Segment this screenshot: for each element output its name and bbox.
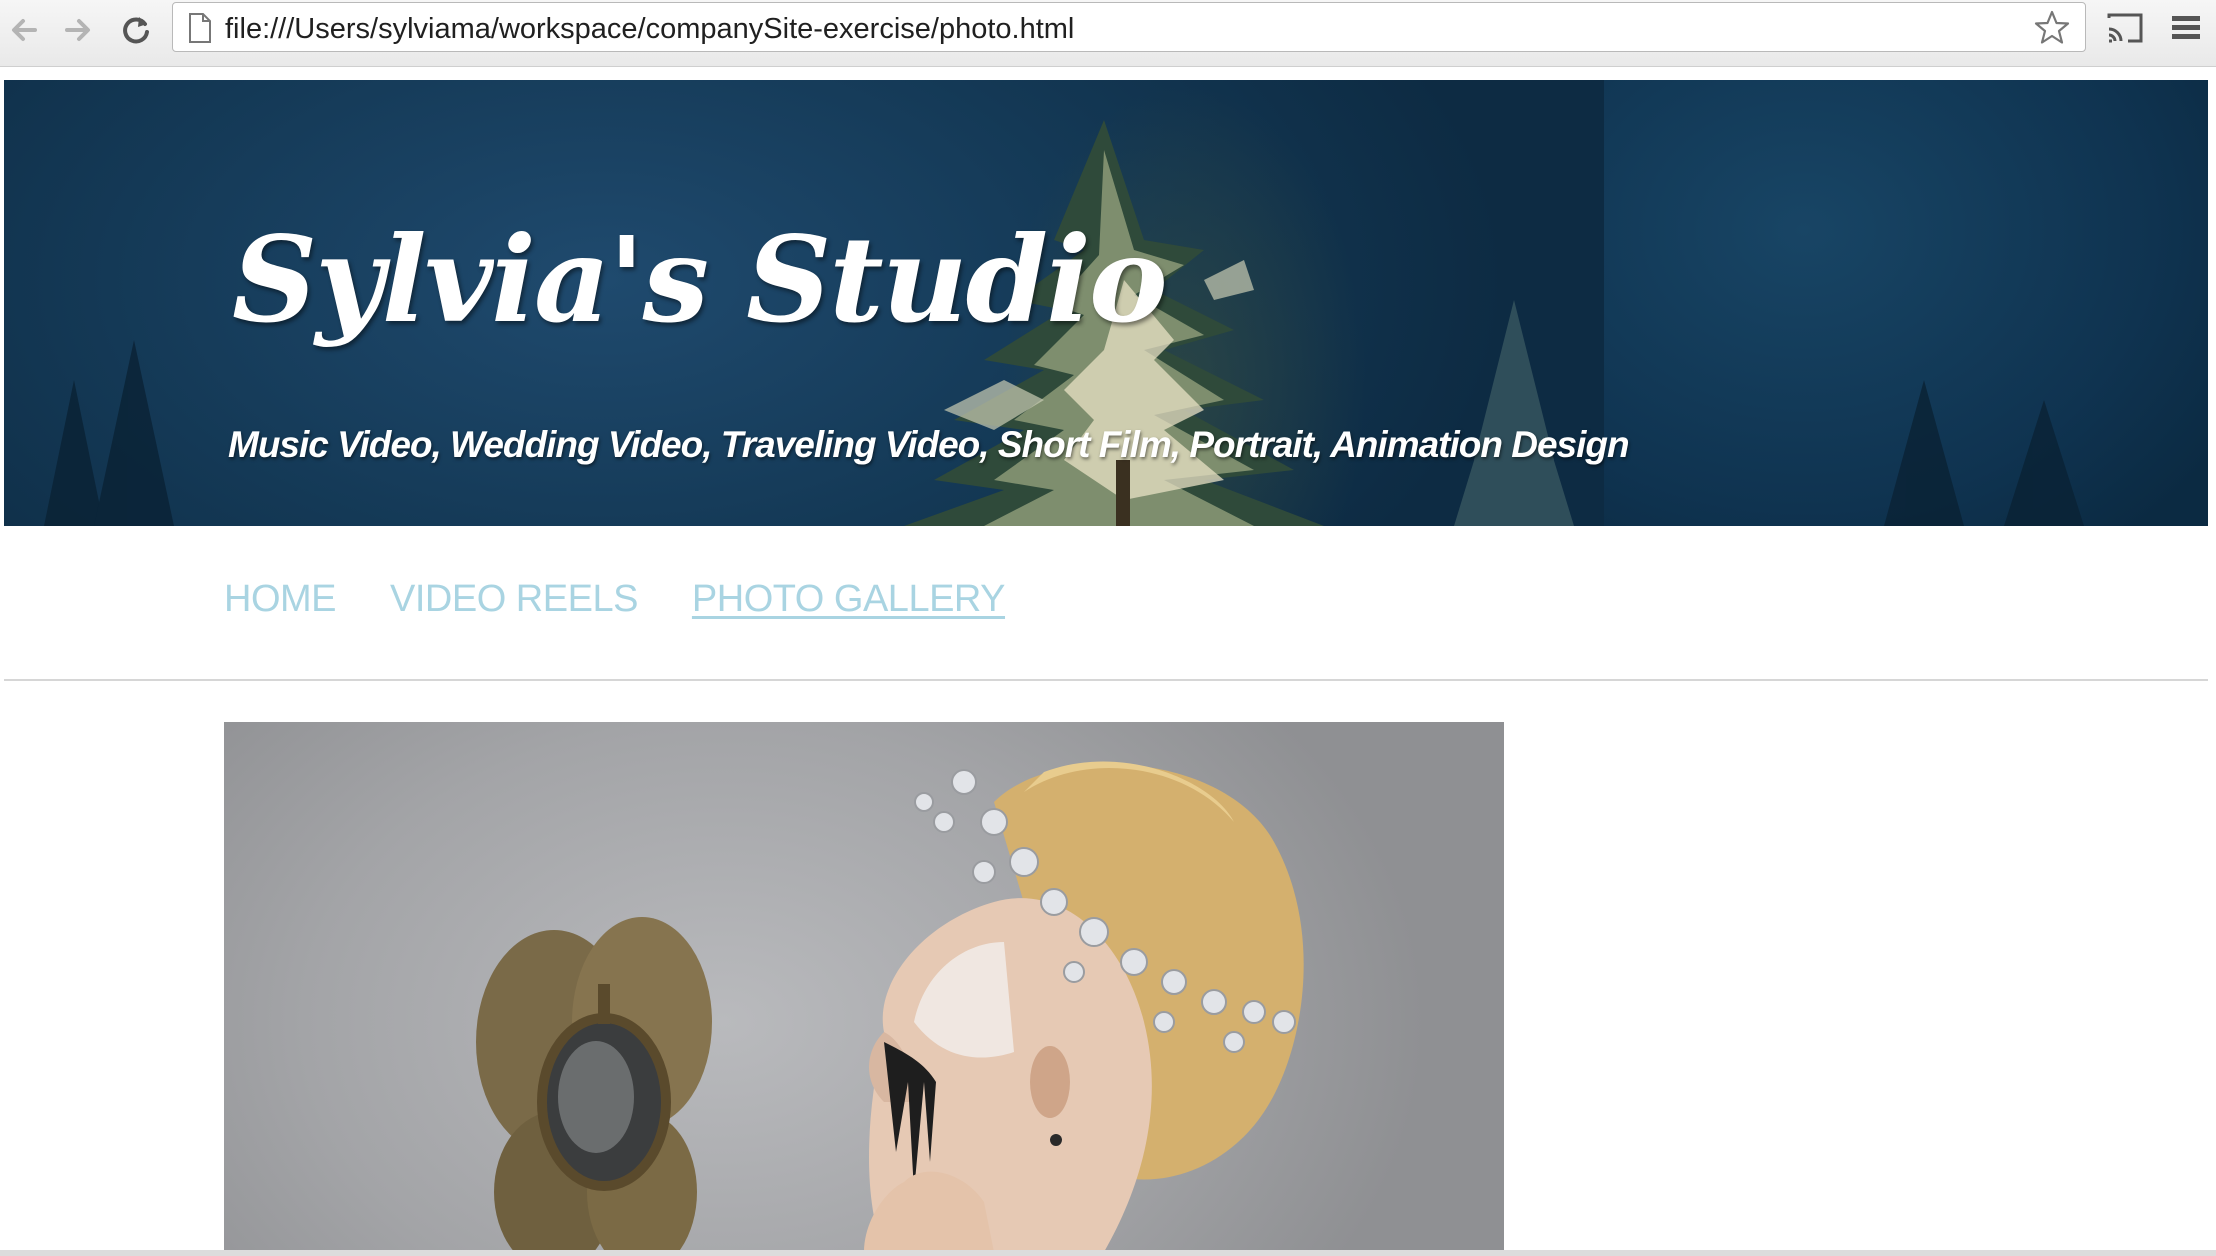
forward-arrow-icon[interactable]: [58, 10, 98, 50]
nav-link-photo-gallery[interactable]: PHOTO GALLERY: [692, 578, 1006, 632]
page-icon: [189, 13, 211, 43]
woman-portrait-image: [864, 761, 1304, 1252]
address-bar[interactable]: file:///Users/sylviama/workspace/company…: [172, 2, 2086, 52]
url-text[interactable]: file:///Users/sylviama/workspace/company…: [225, 3, 1074, 53]
portrait-photo-image: [476, 761, 1304, 1252]
gallery-photo: [224, 722, 1504, 1252]
nav-link-video-reels[interactable]: VIDEO REELS: [390, 578, 638, 632]
nav-divider: [4, 679, 2208, 681]
back-arrow-icon[interactable]: [4, 10, 44, 50]
hamburger-menu-icon[interactable]: [2168, 10, 2204, 46]
site-title: Sylvia's Studio: [232, 210, 1168, 349]
reload-icon[interactable]: [116, 10, 156, 50]
main-nav: HOME VIDEO REELS PHOTO GALLERY: [224, 578, 1006, 632]
star-icon[interactable]: [2033, 9, 2071, 47]
mirror-image: [476, 917, 712, 1252]
horizontal-scrollbar[interactable]: [0, 1250, 2216, 1256]
cast-icon[interactable]: [2104, 10, 2146, 46]
header-banner: Sylvia's Studio Music Video, Wedding Vid…: [4, 80, 2208, 526]
nav-link-home[interactable]: HOME: [224, 578, 337, 632]
browser-toolbar: file:///Users/sylviama/workspace/company…: [0, 0, 2216, 67]
site-tagline: Music Video, Wedding Video, Traveling Vi…: [228, 424, 1630, 465]
